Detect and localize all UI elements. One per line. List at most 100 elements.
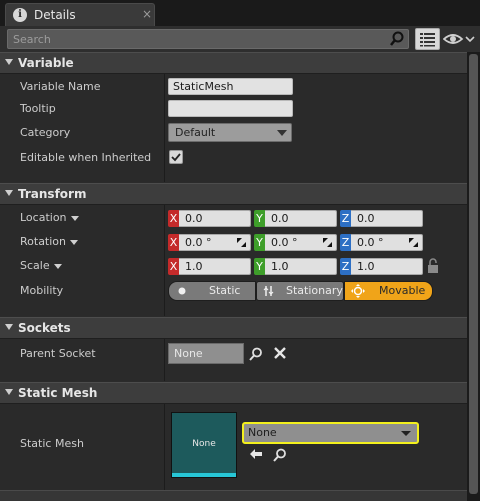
rotation-z-field[interactable]: 0.0 ° <box>351 234 423 251</box>
mobility-movable-label: Movable <box>379 284 426 297</box>
collapse-arrow-icon <box>5 389 13 395</box>
parent-socket-label: Parent Socket <box>20 347 96 360</box>
tooltip-field[interactable] <box>168 100 293 117</box>
axis-x-label: X <box>168 234 179 251</box>
section-header-transform[interactable]: Transform <box>0 183 467 205</box>
scale-z-field[interactable]: 1.0 <box>351 258 423 275</box>
rotation-x-value: 0.0 ° <box>185 236 212 249</box>
mobility-stationary-button[interactable]: Stationary <box>256 281 344 301</box>
movable-icon <box>351 284 365 298</box>
location-label[interactable]: Location <box>20 211 79 224</box>
chevron-down-icon <box>53 263 62 269</box>
location-y-field[interactable]: 0.0 <box>265 210 337 227</box>
section-header-static-mesh[interactable]: Static Mesh <box>0 382 467 404</box>
axis-z-label: Z <box>340 210 351 227</box>
static-mesh-label: Static Mesh <box>20 437 84 450</box>
section-title: Static Mesh <box>18 386 98 400</box>
section-title: Sockets <box>18 321 71 335</box>
list-view-icon <box>420 33 435 47</box>
scale-label-text: Scale <box>20 259 50 272</box>
column-divider <box>164 339 165 381</box>
chevron-down-icon <box>70 215 79 221</box>
section-header-variable[interactable]: Variable <box>0 52 467 74</box>
tab-details[interactable]: i Details × <box>5 3 155 26</box>
axis-z-label: Z <box>340 234 351 251</box>
variable-name-field[interactable]: StaticMesh <box>168 78 293 95</box>
tooltip-label: Tooltip <box>20 102 56 115</box>
spin-arrow-icon[interactable] <box>409 238 418 247</box>
scale-y-field[interactable]: 1.0 <box>265 258 337 275</box>
mobility-static-label: Static <box>209 284 241 297</box>
variable-name-label: Variable Name <box>20 80 101 93</box>
spin-arrow-icon[interactable] <box>323 238 332 247</box>
axis-y-label: Y <box>254 258 265 275</box>
chevron-down-icon <box>70 239 79 245</box>
thumbnail-label: None <box>192 439 216 449</box>
use-selected-icon[interactable] <box>249 448 263 460</box>
mobility-movable-button[interactable]: Movable <box>344 281 433 301</box>
list-view-button[interactable] <box>415 28 440 50</box>
rotation-label-text: Rotation <box>20 235 67 248</box>
chevron-down-icon <box>401 431 411 436</box>
collapse-arrow-icon <box>5 190 13 196</box>
mobility-stationary-label: Stationary <box>286 284 343 297</box>
tab-bar: i Details × <box>0 0 480 26</box>
category-combo[interactable]: Default <box>168 123 292 142</box>
static-icon <box>178 287 186 295</box>
rotation-label[interactable]: Rotation <box>20 235 79 248</box>
eye-icon[interactable] <box>443 31 475 47</box>
column-divider <box>164 205 165 316</box>
scrollbar-thumb[interactable] <box>469 54 478 494</box>
category-value: Default <box>175 126 216 139</box>
checkmark-icon <box>171 153 181 162</box>
section-body-sockets: Parent Socket None <box>0 339 467 381</box>
search-icon[interactable] <box>249 347 263 361</box>
scale-x-field[interactable]: 1.0 <box>179 258 251 275</box>
location-z-field[interactable]: 0.0 <box>351 210 423 227</box>
rotation-x-field[interactable]: 0.0 ° <box>179 234 251 251</box>
column-divider <box>164 404 165 490</box>
rotation-z-value: 0.0 ° <box>357 236 384 249</box>
parent-socket-field[interactable]: None <box>168 343 244 364</box>
next-section-header[interactable] <box>0 490 467 501</box>
mobility-static-button[interactable]: Static <box>168 281 256 301</box>
axis-y-label: Y <box>254 234 265 251</box>
clear-icon[interactable] <box>274 347 286 359</box>
stationary-icon <box>263 286 274 296</box>
static-mesh-asset-picker[interactable]: None <box>242 422 419 444</box>
axis-x-label: X <box>168 210 179 227</box>
search-input[interactable] <box>13 31 383 47</box>
scale-label[interactable]: Scale <box>20 259 62 272</box>
asset-thumbnail[interactable]: None <box>171 412 237 478</box>
browse-icon[interactable] <box>273 448 287 462</box>
search-box <box>7 29 409 49</box>
section-title: Transform <box>18 187 87 201</box>
tab-title: Details <box>34 8 76 22</box>
section-header-sockets[interactable]: Sockets <box>0 317 467 339</box>
static-mesh-value: None <box>248 426 277 439</box>
axis-x-label: X <box>168 258 179 275</box>
search-icon[interactable] <box>389 31 405 47</box>
axis-z-label: Z <box>340 258 351 275</box>
section-title: Variable <box>18 56 74 70</box>
column-divider <box>164 74 165 182</box>
axis-y-label: Y <box>254 210 265 227</box>
chevron-down-icon <box>277 130 287 136</box>
info-icon: i <box>13 8 27 22</box>
rotation-y-field[interactable]: 0.0 ° <box>265 234 337 251</box>
search-row <box>0 26 480 52</box>
section-body-static-mesh: Static Mesh None None <box>0 404 467 490</box>
location-x-field[interactable]: 0.0 <box>179 210 251 227</box>
collapse-arrow-icon <box>5 324 13 330</box>
lock-icon[interactable] <box>427 258 439 274</box>
section-body-variable: Variable Name StaticMesh Tooltip Categor… <box>0 74 467 182</box>
editable-when-inherited-checkbox[interactable] <box>169 150 183 164</box>
category-label: Category <box>20 126 71 139</box>
rotation-y-value: 0.0 ° <box>271 236 298 249</box>
close-icon[interactable]: × <box>142 7 152 21</box>
mobility-label: Mobility <box>20 284 64 297</box>
thumbnail-type-bar <box>172 473 236 477</box>
section-body-transform: Location X 0.0 Y 0.0 Z 0.0 Rotation X 0.… <box>0 205 467 316</box>
collapse-arrow-icon <box>5 59 13 65</box>
spin-arrow-icon[interactable] <box>237 238 246 247</box>
